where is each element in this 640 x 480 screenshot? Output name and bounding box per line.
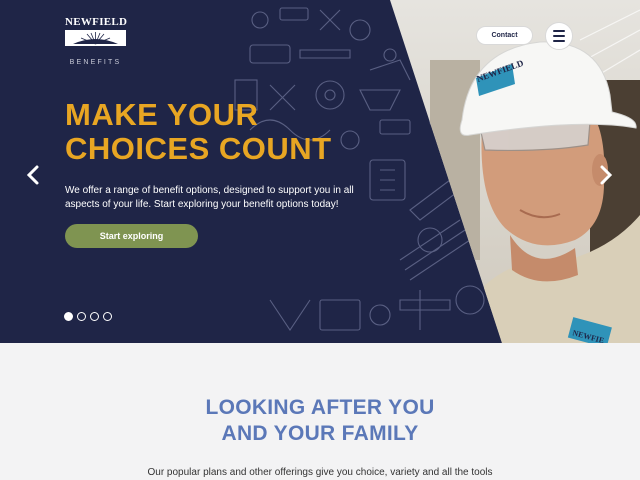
- carousel-dot-4[interactable]: [103, 312, 112, 321]
- hero-headline-line1: MAKE YOUR: [65, 97, 259, 132]
- start-exploring-button[interactable]: Start exploring: [65, 224, 198, 248]
- carousel-dot-1[interactable]: [64, 312, 73, 321]
- carousel-dot-3[interactable]: [90, 312, 99, 321]
- carousel-prev-chevron-left-icon[interactable]: [25, 164, 41, 186]
- section-title-line2: AND YOUR FAMILY: [221, 422, 419, 445]
- carousel-dot-2[interactable]: [77, 312, 86, 321]
- hero-headline: MAKE YOUR CHOICES COUNT: [65, 98, 395, 166]
- section-text: Our popular plans and other offerings gi…: [147, 467, 493, 478]
- menu-button[interactable]: [545, 22, 573, 50]
- contact-button[interactable]: Contact: [476, 26, 533, 45]
- hero-intro-line2: aspects of your life. Start exploring yo…: [65, 199, 339, 210]
- hamburger-icon-line: [553, 35, 565, 37]
- carousel-pagination: [64, 312, 112, 321]
- hero-intro-text: We offer a range of benefit options, des…: [65, 184, 395, 212]
- logo-name: NEWFIELD: [65, 16, 128, 28]
- hero-banner: NEWFIELD NEWFIE NEWFIELD BENEFITS Contac…: [0, 0, 640, 343]
- carousel-next-chevron-right-icon[interactable]: [598, 164, 614, 186]
- logo-subtitle: BENEFITS: [69, 59, 122, 66]
- hamburger-icon-line: [553, 30, 565, 32]
- hero-intro-line1: We offer a range of benefit options, des…: [65, 185, 354, 196]
- hamburger-icon-line: [553, 40, 565, 42]
- newfield-logo[interactable]: NEWFIELD BENEFITS: [65, 16, 127, 66]
- hero-headline-line2: CHOICES COUNT: [65, 131, 332, 166]
- logo-sunburst-icon: [65, 30, 126, 46]
- section-title: LOOKING AFTER YOU AND YOUR FAMILY: [0, 395, 640, 447]
- section-title-line1: LOOKING AFTER YOU: [205, 396, 435, 419]
